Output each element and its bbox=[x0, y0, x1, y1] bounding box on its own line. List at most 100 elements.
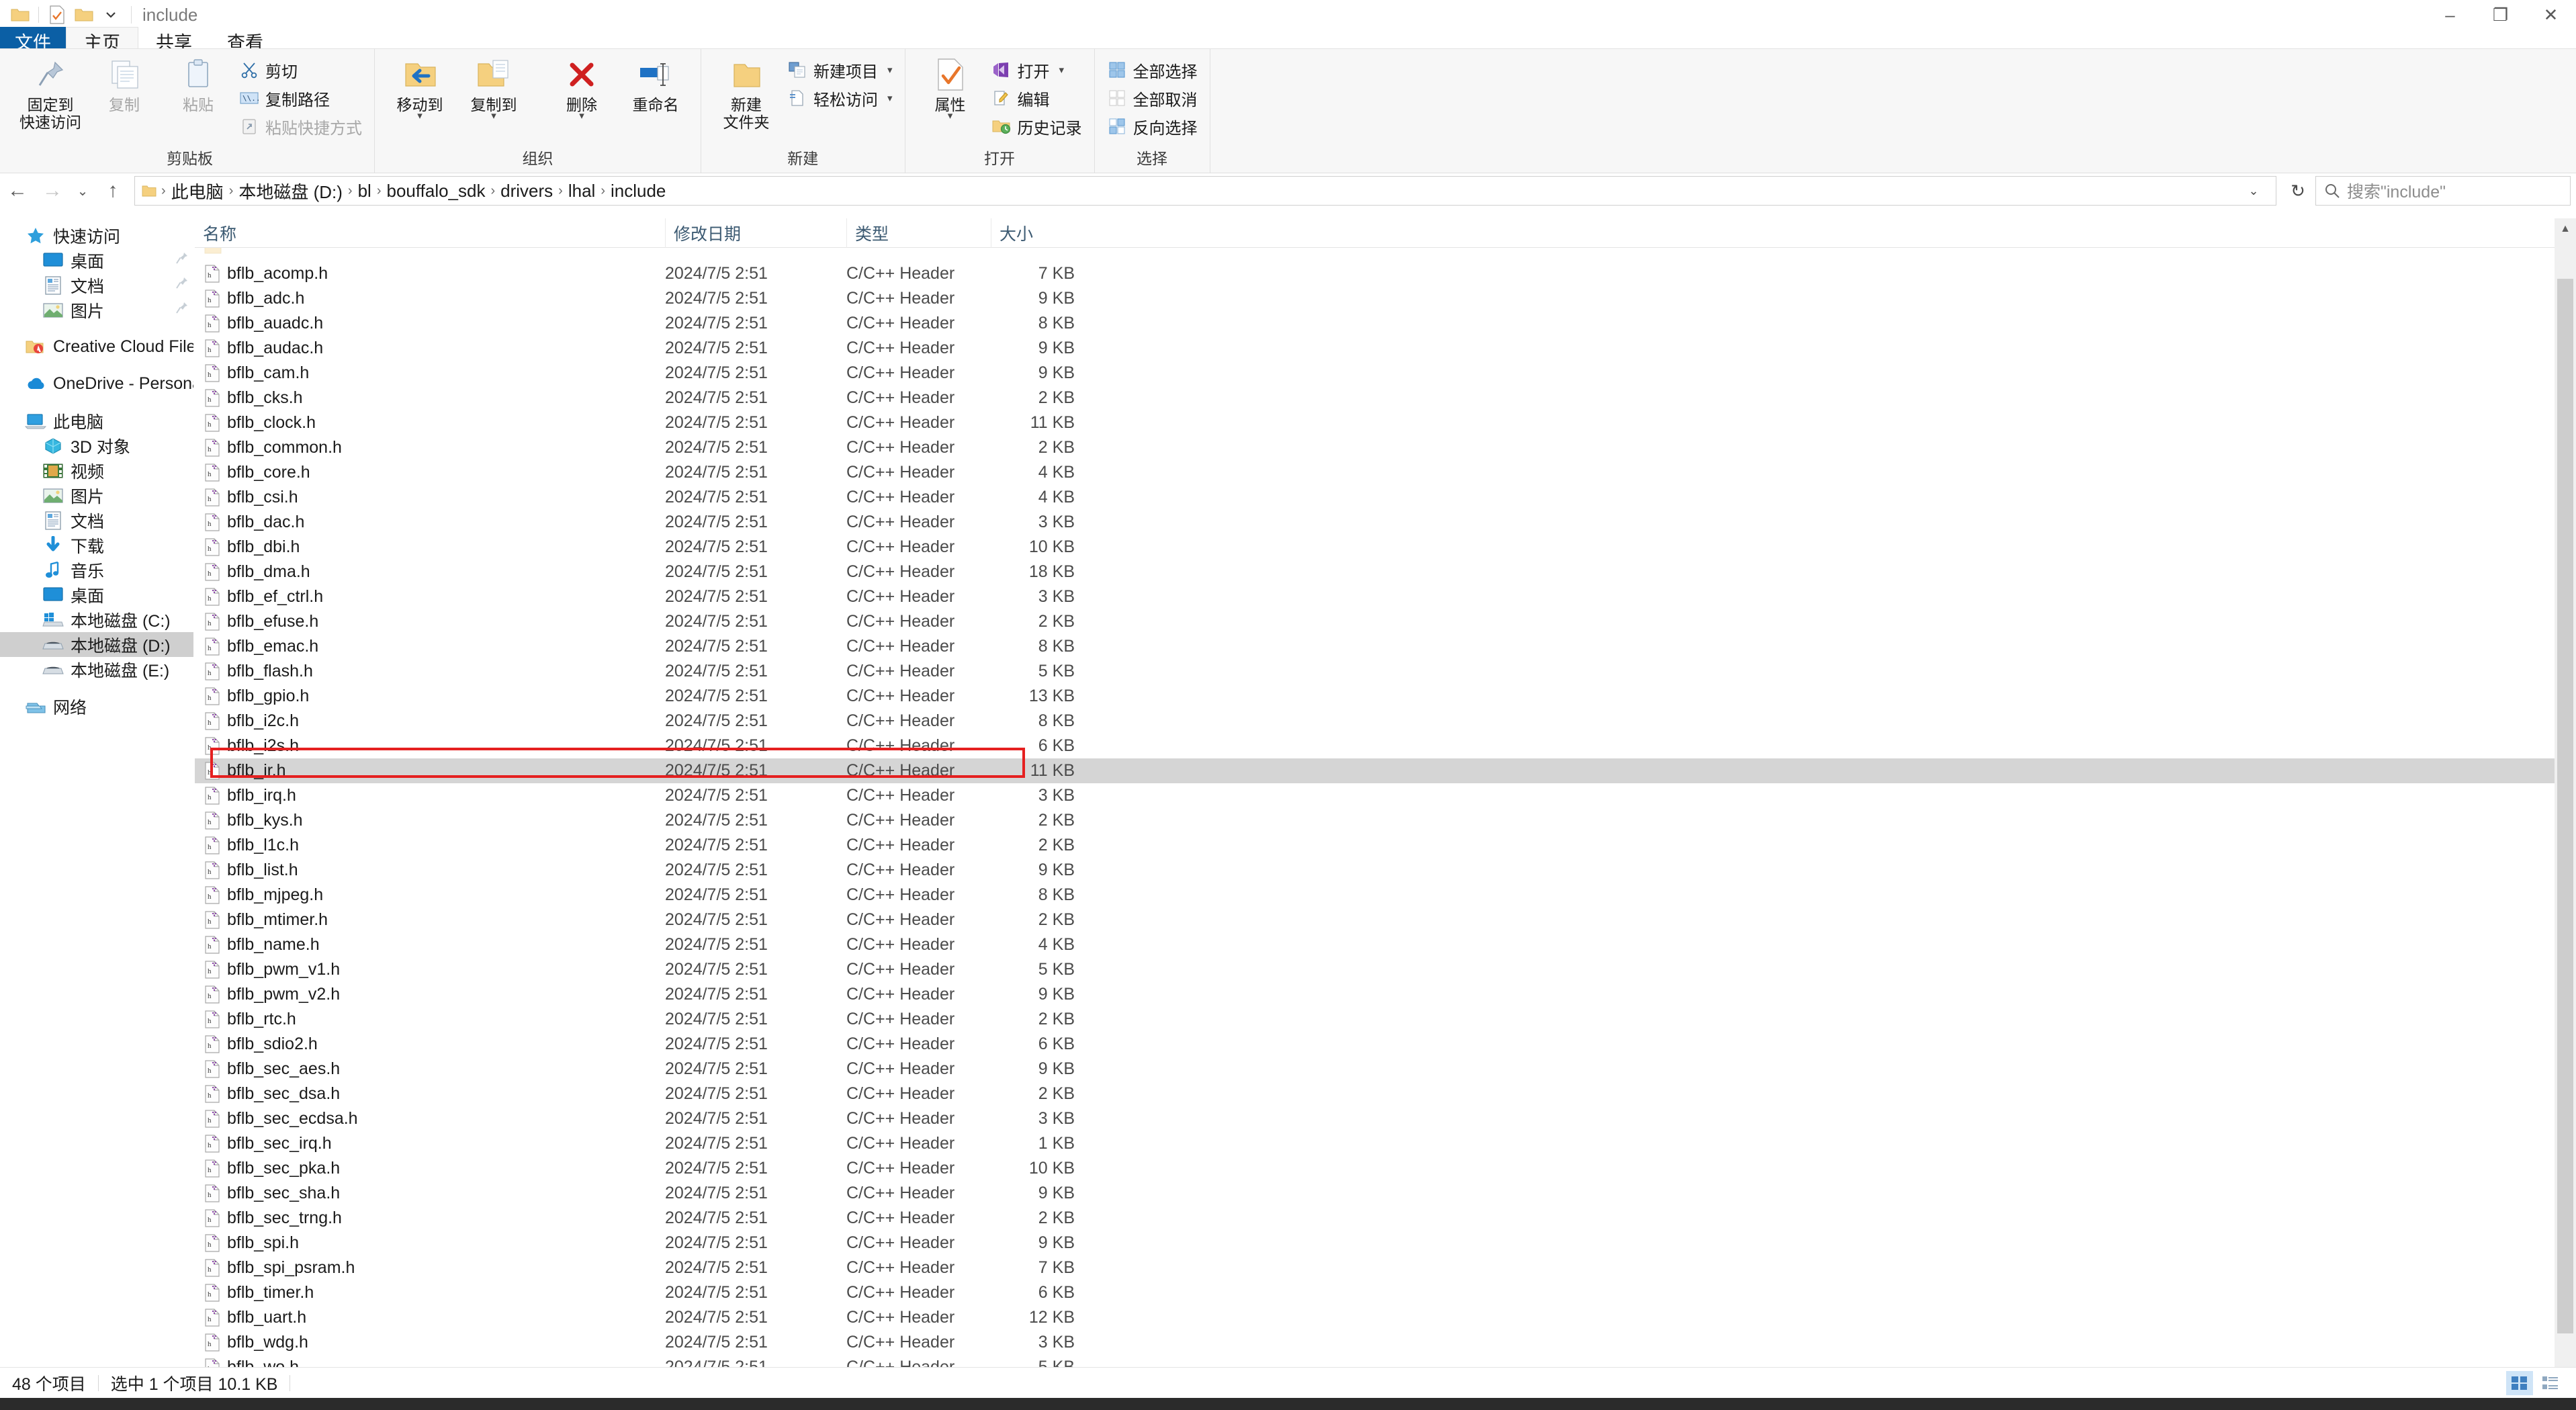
table-row[interactable]: h bflb_pwm_v2.h 2024/7/5 2:51 C/C++ Header 9… bbox=[195, 982, 2555, 1007]
table-row[interactable]: h bflb_sdio2.h 2024/7/5 2:51 C/C++ Header 6 … bbox=[195, 1032, 2555, 1057]
table-row[interactable]: h bflb_mjpeg.h 2024/7/5 2:51 C/C++ Header 8 … bbox=[195, 883, 2555, 908]
delete-button[interactable]: 删除 ▾ bbox=[545, 52, 619, 121]
scrollbar-thumb[interactable] bbox=[2557, 279, 2573, 1333]
recent-locations-button[interactable]: ⌄ bbox=[70, 174, 95, 208]
table-row[interactable]: h bflb_auadc.h 2024/7/5 2:51 C/C++ Header 8 … bbox=[195, 311, 2555, 336]
table-row[interactable]: h bflb_sec_trng.h 2024/7/5 2:51 C/C++ Heade… bbox=[195, 1206, 2555, 1231]
file-name-cell[interactable]: h bflb_mtimer.h bbox=[195, 910, 665, 930]
file-list[interactable]: h bflb_acomp.h 2024/7/5 2:51 C/C++ Header 7 … bbox=[195, 248, 2555, 1376]
breadcrumb-item-4[interactable]: drivers bbox=[496, 181, 558, 202]
sidebar-item[interactable]: 本地磁盘 (C:) bbox=[0, 607, 193, 632]
file-name-cell[interactable]: h bflb_irq.h bbox=[195, 786, 665, 805]
file-name-cell[interactable]: h bflb_sec_dsa.h bbox=[195, 1084, 665, 1104]
new-item-caret-icon[interactable]: ▾ bbox=[887, 64, 893, 76]
table-row[interactable]: h bflb_mtimer.h 2024/7/5 2:51 C/C++ Header 2… bbox=[195, 908, 2555, 932]
move-to-caret-icon[interactable]: ▾ bbox=[417, 111, 423, 121]
sidebar-item[interactable]: 桌面 bbox=[0, 582, 193, 607]
file-name-cell[interactable]: h bflb_sdio2.h bbox=[195, 1034, 665, 1054]
details-view-icon[interactable] bbox=[2506, 1370, 2533, 1395]
table-row[interactable]: h bflb_gpio.h 2024/7/5 2:51 C/C++ Header 13 … bbox=[195, 684, 2555, 709]
copy-to-button[interactable]: 复制到 ▾ bbox=[457, 52, 531, 121]
select-none-button[interactable]: 全部取消 bbox=[1103, 84, 1202, 112]
sidebar-item[interactable]: 本地磁盘 (E:) bbox=[0, 657, 193, 682]
table-row[interactable]: h bflb_audac.h 2024/7/5 2:51 C/C++ Header 9 … bbox=[195, 336, 2555, 361]
select-all-button[interactable]: 全部选择 bbox=[1103, 56, 1202, 84]
table-row[interactable]: h bflb_sec_dsa.h 2024/7/5 2:51 C/C++ Header… bbox=[195, 1082, 2555, 1106]
copy-path-button[interactable]: \\.. 复制路径 bbox=[235, 84, 366, 112]
table-row[interactable]: h bflb_emac.h 2024/7/5 2:51 C/C++ Header 8 K… bbox=[195, 634, 2555, 659]
table-row[interactable]: h bflb_dac.h 2024/7/5 2:51 C/C++ Header 3 KB bbox=[195, 510, 2555, 535]
file-name-cell[interactable]: h bflb_clock.h bbox=[195, 413, 665, 433]
table-row[interactable]: h bflb_list.h 2024/7/5 2:51 C/C++ Header 9 K… bbox=[195, 858, 2555, 883]
pin-icon[interactable] bbox=[175, 251, 189, 270]
pin-to-quick-access-button[interactable]: 固定到 快速访问 bbox=[13, 52, 87, 132]
breadcrumb-item-6[interactable]: include bbox=[606, 181, 670, 202]
table-row[interactable]: h bflb_wdg.h 2024/7/5 2:51 C/C++ Header 3 KB bbox=[195, 1330, 2555, 1355]
delete-caret-icon[interactable]: ▾ bbox=[579, 111, 584, 121]
file-name-cell[interactable]: h bflb_wdg.h bbox=[195, 1333, 665, 1352]
sidebar-item[interactable]: 此电脑 bbox=[0, 408, 193, 433]
file-name-cell[interactable]: h bflb_csi.h bbox=[195, 488, 665, 507]
breadcrumb-item-2[interactable]: bl bbox=[353, 181, 376, 202]
file-name-cell[interactable]: h bflb_i2c.h bbox=[195, 711, 665, 731]
breadcrumb-item-0[interactable]: 此电脑 bbox=[167, 179, 228, 204]
file-name-cell[interactable]: h bflb_acomp.h bbox=[195, 264, 665, 283]
address-dropdown-icon[interactable]: ⌄ bbox=[2238, 184, 2269, 198]
new-item-button[interactable]: 新建项目 ▾ bbox=[783, 56, 897, 84]
sidebar-item[interactable]: 3D 对象 bbox=[0, 433, 193, 458]
file-name-cell[interactable]: h bflb_mjpeg.h bbox=[195, 885, 665, 905]
new-folder-button[interactable]: 新建 文件夹 bbox=[709, 52, 783, 132]
table-row[interactable]: h bflb_uart.h 2024/7/5 2:51 C/C++ Header 12 … bbox=[195, 1305, 2555, 1330]
cut-button[interactable]: 剪切 bbox=[235, 56, 366, 84]
file-name-cell[interactable]: h bflb_efuse.h bbox=[195, 612, 665, 631]
table-row[interactable]: h bflb_timer.h 2024/7/5 2:51 C/C++ Header 6 … bbox=[195, 1280, 2555, 1305]
up-button[interactable]: ↑ bbox=[95, 174, 130, 208]
copy-button[interactable]: 复制 bbox=[87, 52, 161, 114]
table-row[interactable]: h bflb_cam.h 2024/7/5 2:51 C/C++ Header 9 KB bbox=[195, 361, 2555, 386]
table-row[interactable]: h bflb_ef_ctrl.h 2024/7/5 2:51 C/C++ Header… bbox=[195, 584, 2555, 609]
file-name-cell[interactable]: h bflb_common.h bbox=[195, 438, 665, 457]
file-name-cell[interactable]: h bflb_adc.h bbox=[195, 289, 665, 308]
pin-icon[interactable] bbox=[175, 275, 189, 295]
vertical-scrollbar[interactable]: ▲ bbox=[2555, 218, 2576, 1378]
file-name-cell[interactable]: h bflb_cks.h bbox=[195, 388, 665, 408]
file-name-cell[interactable]: h bflb_name.h bbox=[195, 935, 665, 955]
history-button[interactable]: 历史记录 bbox=[987, 112, 1086, 140]
file-name-cell[interactable]: h bflb_ir.h bbox=[195, 761, 665, 781]
table-row[interactable] bbox=[195, 248, 2555, 261]
table-row[interactable]: h bflb_acomp.h 2024/7/5 2:51 C/C++ Header 7 … bbox=[195, 261, 2555, 286]
file-name-cell[interactable]: h bflb_pwm_v1.h bbox=[195, 960, 665, 979]
sidebar-item[interactable]: 下载 bbox=[0, 533, 193, 558]
pin-icon[interactable] bbox=[175, 300, 189, 320]
open-button[interactable]: 打开 ▾ bbox=[987, 56, 1086, 84]
search-input[interactable]: 搜索"include" bbox=[2315, 176, 2571, 206]
file-name-cell[interactable]: h bflb_rtc.h bbox=[195, 1010, 665, 1029]
file-name-cell[interactable]: h bflb_dbi.h bbox=[195, 537, 665, 557]
file-name-cell[interactable]: h bflb_pwm_v2.h bbox=[195, 985, 665, 1004]
refresh-button[interactable]: ↻ bbox=[2280, 176, 2315, 206]
file-name-cell[interactable]: h bflb_spi_psram.h bbox=[195, 1258, 665, 1278]
table-row[interactable]: h bflb_spi.h 2024/7/5 2:51 C/C++ Header 9 KB bbox=[195, 1231, 2555, 1255]
path-input[interactable]: › 此电脑 › 本地磁盘 (D:) › bl › bouffalo_sdk › … bbox=[134, 176, 2276, 206]
file-name-cell[interactable]: h bflb_sec_trng.h bbox=[195, 1208, 665, 1228]
table-row[interactable]: h bflb_common.h 2024/7/5 2:51 C/C++ Header 2… bbox=[195, 435, 2555, 460]
invert-selection-button[interactable]: 反向选择 bbox=[1103, 112, 1202, 140]
table-row[interactable]: h bflb_pwm_v1.h 2024/7/5 2:51 C/C++ Header 5… bbox=[195, 957, 2555, 982]
navigation-pane[interactable]: 快速访问 桌面 文档 图片 Creative Cloud Files OneDrive -… bbox=[0, 210, 193, 1378]
file-name-cell[interactable]: h bflb_emac.h bbox=[195, 637, 665, 656]
file-name-cell[interactable]: h bflb_core.h bbox=[195, 463, 665, 482]
file-name-cell[interactable]: h bflb_dac.h bbox=[195, 513, 665, 532]
sidebar-item[interactable]: 快速访问 bbox=[0, 223, 193, 248]
move-to-button[interactable]: 移动到 ▾ bbox=[383, 52, 457, 121]
file-name-cell[interactable]: h bflb_kys.h bbox=[195, 811, 665, 830]
rename-button[interactable]: 重命名 bbox=[619, 52, 693, 114]
table-row[interactable]: h bflb_i2s.h 2024/7/5 2:51 C/C++ Header 6 KB bbox=[195, 734, 2555, 758]
column-header-type[interactable]: 类型 bbox=[846, 218, 991, 248]
properties-caret-icon[interactable]: ▾ bbox=[948, 111, 953, 121]
table-row[interactable]: h bflb_rtc.h 2024/7/5 2:51 C/C++ Header 2 KB bbox=[195, 1007, 2555, 1032]
tiles-view-icon[interactable] bbox=[2537, 1371, 2564, 1395]
paste-shortcut-button[interactable]: 粘贴快捷方式 bbox=[235, 112, 366, 140]
file-name-cell[interactable]: h bflb_sec_pka.h bbox=[195, 1159, 665, 1178]
sidebar-item[interactable]: 图片 bbox=[0, 298, 193, 322]
file-name-cell[interactable]: h bflb_cam.h bbox=[195, 363, 665, 383]
